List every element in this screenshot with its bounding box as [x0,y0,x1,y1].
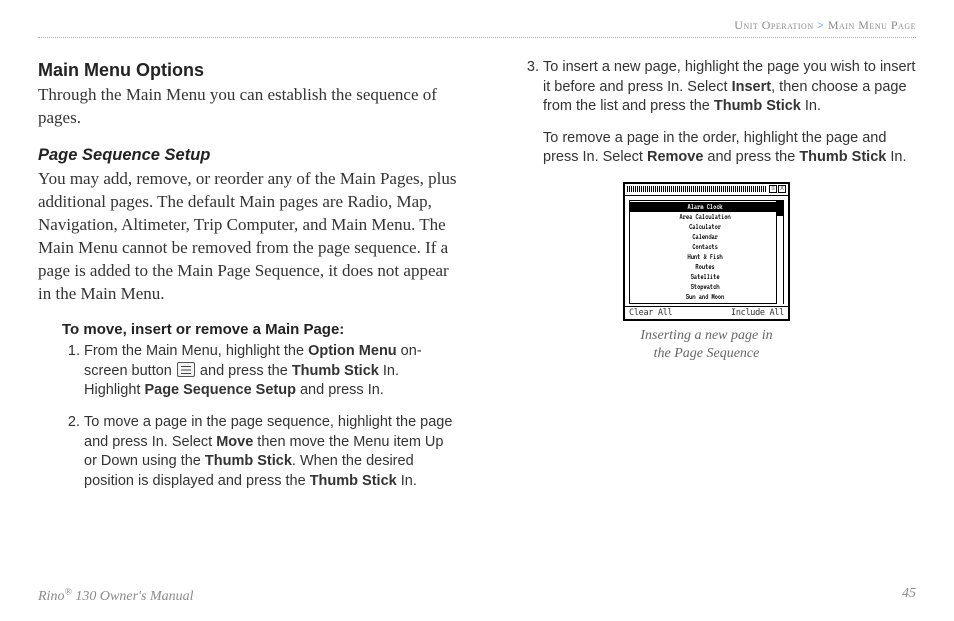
titlebar-texture [627,186,767,192]
steps-list: From the Main Menu, highlight the Option… [62,342,457,491]
breadcrumb-subsection: Main Menu Page [828,18,916,32]
breadcrumb-separator: > [814,18,828,32]
screenshot-listbox: Alarm Clock Area Calculation Calculator … [629,200,784,304]
list-item: Area Calculation [630,212,783,222]
product-name: Rino® 130 Owner's Manual [38,589,194,604]
device-screenshot: ≡ X Alarm Clock Area Calculation Calcula… [623,182,790,321]
screenshot-footer: Clear All Include All [625,306,788,319]
list-item: Stopwatch [630,282,783,292]
list-item: Contacts [630,242,783,252]
scrollbar-track [776,200,784,304]
screenshot-titlebar: ≡ X [625,184,788,196]
page-footer: Rino® 130 Owner's Manual 45 [38,586,916,605]
breadcrumb-section: Unit Operation [734,18,813,32]
steps-list-cont: To insert a new page, highlight the page… [521,58,916,117]
step-1: From the Main Menu, highlight the Option… [84,342,457,401]
clear-all-button: Clear All [627,308,674,319]
step-2: To move a page in the page sequence, hig… [84,413,457,491]
list-item: Alarm Clock [630,202,783,212]
titlebar-icons: ≡ X [769,185,786,193]
include-all-button: Include All [729,308,786,319]
breadcrumb: Unit Operation > Main Menu Page [38,18,916,38]
list-item: Satellite [630,272,783,282]
step-3: To insert a new page, highlight the page… [543,58,916,117]
intro-paragraph: Through the Main Menu you can establish … [38,84,457,130]
option-menu-icon [177,362,195,377]
list-item: Routes [630,262,783,272]
sub-paragraph: You may add, remove, or reorder any of t… [38,168,457,306]
screenshot-body: Alarm Clock Area Calculation Calculator … [625,196,788,306]
scrollbar-thumb [777,200,783,216]
left-column: Main Menu Options Through the Main Menu … [38,58,457,503]
task-heading: To move, insert or remove a Main Page: [62,320,457,340]
page-number: 45 [902,586,916,602]
heading-main: Main Menu Options [38,58,457,82]
list-item: Hunt & Fish [630,252,783,262]
list-item: Calendar [630,232,783,242]
content-columns: Main Menu Options Through the Main Menu … [38,58,916,503]
figure: ≡ X Alarm Clock Area Calculation Calcula… [614,182,799,362]
manual-page: Unit Operation > Main Menu Page Main Men… [0,0,954,621]
heading-sub: Page Sequence Setup [38,144,457,166]
titlebar-close-icon: X [778,185,786,193]
figure-caption: Inserting a new page in the Page Sequenc… [614,327,799,362]
list-item: Calculator [630,222,783,232]
list-item: Sun and Moon [630,292,783,302]
right-column: To insert a new page, highlight the page… [497,58,916,503]
titlebar-menu-icon: ≡ [769,185,777,193]
step-3-follow: To remove a page in the order, highlight… [543,129,916,168]
